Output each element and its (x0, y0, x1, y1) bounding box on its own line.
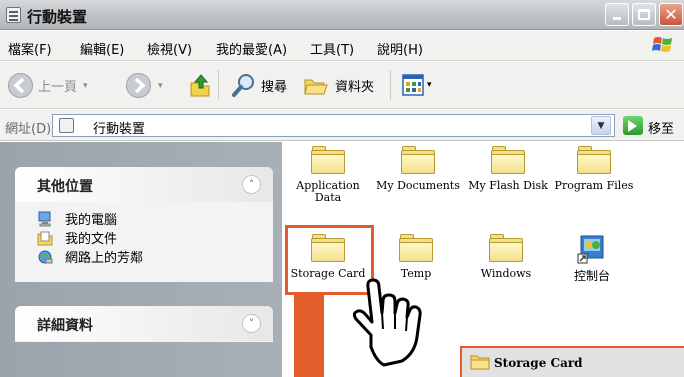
folder-label: My Flash Disk (468, 179, 548, 192)
details-panel: 詳細資料 ˅ (15, 306, 273, 342)
callout-label: Storage Card (494, 356, 583, 370)
minimize-button[interactable] (605, 3, 629, 26)
toolbar: 上一頁 ▾ ▾ 搜尋 資料夾 ▾ (0, 62, 684, 109)
minimize-icon (613, 17, 621, 20)
views-dropdown-icon: ▾ (427, 80, 432, 90)
back-button[interactable]: 上一頁 ▾ (7, 72, 88, 99)
close-icon: ✕ (664, 4, 678, 24)
menu-bar: 檔案(F) 編輯(E) 檢視(V) 我的最愛(A) 工具(T) 說明(H) (0, 31, 684, 61)
folders-label: 資料夾 (335, 80, 375, 95)
back-arrow-icon (8, 73, 33, 98)
folder-application-data[interactable]: Application Data (287, 146, 369, 204)
details-header[interactable]: 詳細資料 ˅ (15, 306, 273, 341)
views-button[interactable]: ▾ (402, 74, 432, 96)
back-label: 上一頁 (38, 80, 78, 95)
folders-icon (304, 79, 328, 95)
folder-icon (401, 146, 435, 174)
network-icon (38, 250, 53, 263)
storage-card-callout: Storage Card (460, 346, 684, 377)
toolbar-separator (218, 70, 219, 100)
place-label: 我的電腦 (65, 213, 118, 228)
search-button[interactable]: 搜尋 (231, 72, 287, 99)
folder-icon (491, 146, 525, 174)
maximize-icon (638, 9, 650, 20)
place-my-computer[interactable]: 我的電腦 (37, 209, 117, 228)
close-button[interactable]: ✕ (659, 3, 683, 26)
menu-view[interactable]: 檢視(V) (147, 39, 192, 58)
views-icon (402, 74, 424, 96)
menu-file[interactable]: 檔案(F) (8, 39, 52, 58)
folder-icon (399, 234, 433, 262)
back-dropdown-icon[interactable]: ▾ (83, 81, 88, 91)
place-my-documents[interactable]: 我的文件 (37, 228, 117, 247)
folder-label: Application Data (296, 179, 360, 204)
go-arrow-icon[interactable] (623, 116, 643, 135)
search-icon (232, 74, 254, 97)
documents-icon (37, 231, 53, 245)
title-bar: 行動裝置 ✕ (0, 0, 684, 30)
folder-label: Program Files (554, 179, 634, 192)
folder-windows[interactable]: Windows (465, 234, 547, 280)
forward-button[interactable]: ▾ (125, 72, 163, 99)
highlight-connector-bar (294, 295, 324, 377)
hand-pointer-icon (352, 278, 422, 367)
address-label: 網址(D) (5, 122, 52, 137)
control-panel-item[interactable]: 控制台 (551, 234, 633, 282)
expand-chevron-icon[interactable]: ˅ (242, 314, 261, 333)
place-label: 我的文件 (65, 232, 118, 247)
other-places-panel: 其他位置 ˄ 我的電腦 我的文件 網路上的芳鄰 (15, 167, 273, 282)
other-places-header[interactable]: 其他位置 ˄ (15, 167, 273, 202)
collapse-chevron-icon[interactable]: ˄ (242, 175, 261, 194)
folder-label: Windows (480, 267, 532, 280)
address-input[interactable]: 行動裝置 ▼ (52, 114, 615, 137)
computer-icon (38, 211, 51, 226)
windows-logo-icon (652, 37, 672, 52)
menu-tools[interactable]: 工具(T) (310, 39, 354, 58)
details-title: 詳細資料 (37, 318, 93, 334)
window-app-icon (6, 7, 21, 23)
place-label: 網路上的芳鄰 (65, 251, 144, 266)
folder-label: My Documents (376, 179, 460, 192)
task-pane: 其他位置 ˄ 我的電腦 我的文件 網路上的芳鄰 詳細資料 ˅ (0, 142, 282, 377)
up-folder-icon[interactable] (188, 73, 212, 99)
toolbar-separator (390, 70, 391, 100)
folder-icon (470, 355, 490, 370)
window-title: 行動裝置 (27, 8, 88, 26)
address-value: 行動裝置 (93, 122, 146, 137)
folder-icon (311, 146, 345, 174)
place-network[interactable]: 網路上的芳鄰 (37, 247, 143, 266)
menu-help[interactable]: 說明(H) (377, 39, 423, 58)
address-dropdown-button[interactable]: ▼ (591, 116, 611, 135)
mobile-device-icon (59, 118, 74, 133)
folder-icon (577, 146, 611, 174)
folder-my-documents[interactable]: My Documents (371, 146, 465, 192)
menu-edit[interactable]: 編輯(E) (80, 39, 124, 58)
folder-icon (489, 234, 523, 262)
address-bar: 網址(D) 行動裝置 ▼ 移至 (0, 110, 684, 141)
folder-label: 控制台 (573, 269, 610, 283)
maximize-button[interactable] (632, 3, 656, 26)
folders-button[interactable]: 資料夾 (302, 72, 374, 99)
other-places-title: 其他位置 (37, 179, 93, 195)
go-button[interactable]: 移至 (648, 118, 674, 137)
folder-my-flash-disk[interactable]: My Flash Disk (465, 146, 551, 192)
menu-favorites[interactable]: 我的最愛(A) (216, 39, 287, 58)
forward-arrow-icon (126, 73, 151, 98)
control-panel-icon (577, 235, 604, 264)
folder-temp[interactable]: Temp (375, 234, 457, 280)
folder-program-files[interactable]: Program Files (553, 146, 635, 192)
search-label: 搜尋 (261, 80, 288, 95)
forward-dropdown-icon[interactable]: ▾ (158, 81, 163, 91)
